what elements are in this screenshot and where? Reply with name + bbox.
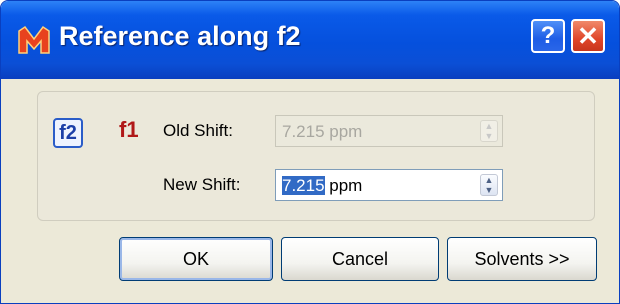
close-icon[interactable]: ✕ — [571, 19, 605, 53]
new-shift-label: New Shift: — [163, 175, 241, 194]
old-shift-field: 7.215 ppm ▲ ▼ — [275, 115, 503, 147]
cancel-button[interactable]: Cancel — [281, 237, 439, 281]
f1-icon: f1 — [119, 117, 139, 142]
spin-arrows-icon[interactable]: ▲ ▼ — [480, 174, 498, 196]
old-shift-label: Old Shift: — [163, 121, 233, 140]
ok-button[interactable]: OK — [119, 237, 273, 281]
new-shift-value[interactable]: 7.215 ppm — [282, 176, 362, 196]
app-logo-icon — [18, 25, 50, 54]
solvents-button[interactable]: Solvents >> — [447, 237, 597, 281]
shift-group-panel — [37, 91, 595, 221]
new-shift-selected-text: 7.215 — [282, 176, 325, 195]
old-shift-value: 7.215 ppm — [282, 122, 363, 141]
spin-arrows-icon: ▲ ▼ — [480, 120, 498, 142]
f2-icon: f2 — [53, 118, 83, 148]
dialog-window: Reference along f2 ? ✕ f2 f1 Old Shift: … — [0, 0, 620, 304]
title-bar[interactable]: Reference along f2 ? ✕ — [1, 1, 619, 79]
new-shift-field[interactable]: 7.215 ppm ▲ ▼ — [275, 169, 503, 201]
help-icon[interactable]: ? — [531, 19, 565, 53]
new-shift-unit: ppm — [324, 176, 363, 195]
window-title: Reference along f2 — [59, 21, 301, 51]
